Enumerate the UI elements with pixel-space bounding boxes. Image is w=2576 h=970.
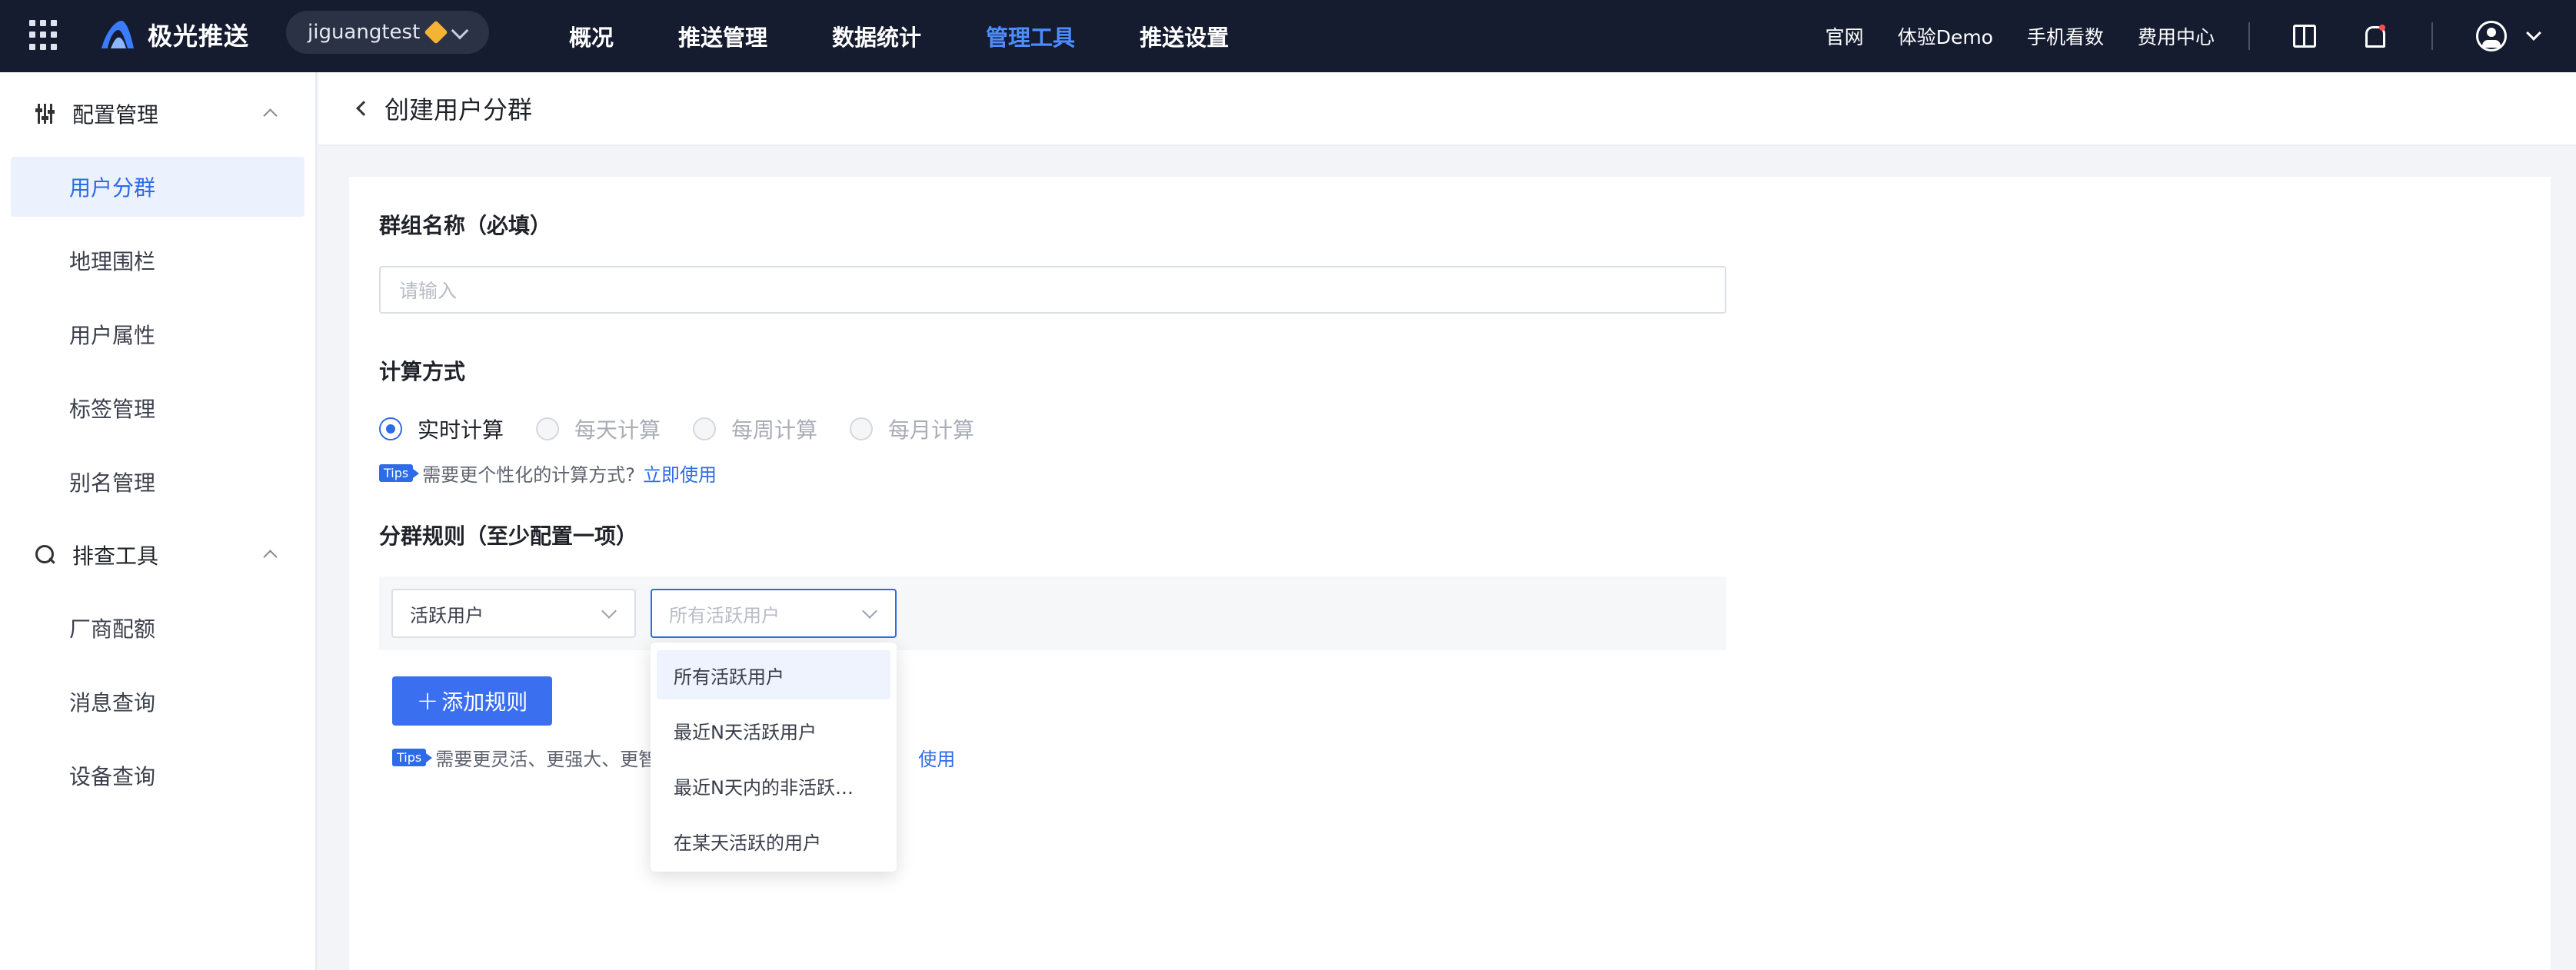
link-mobile-view[interactable]: 手机看数: [2027, 22, 2104, 50]
sidebar-item-vendor-quota[interactable]: 厂商配额: [11, 598, 305, 658]
chevron-down-icon[interactable]: [2526, 25, 2541, 41]
add-rule-button[interactable]: + 添加规则: [392, 676, 552, 726]
rule-row: 活跃用户 所有活跃用户: [379, 576, 1726, 650]
page-header: 创建用户分群: [318, 72, 2576, 146]
chevron-up-icon: [263, 108, 278, 123]
tip-link-use-now[interactable]: 立即使用: [643, 460, 717, 487]
tip-text: 需要更灵活、更强大、更智: [435, 749, 657, 770]
calc-tip: Tips 需要更个性化的计算方式? 立即使用: [379, 460, 717, 487]
select-value: 活跃用户: [410, 604, 484, 626]
docs-book-icon[interactable]: [2293, 25, 2316, 48]
calc-method-radio-group: 实时计算 每天计算 每周计算 每月计算: [379, 414, 1007, 444]
tips-badge: Tips: [392, 749, 433, 766]
chevron-down-icon: [601, 603, 617, 619]
input-placeholder: 请输入: [399, 280, 458, 302]
top-navbar: 极光推送 jiguangtest 概况 推送管理 数据统计 管理工具 推送设置 …: [0, 0, 2576, 72]
tips-badge: Tips: [379, 464, 420, 482]
nav-statistics[interactable]: 数据统计: [832, 20, 921, 52]
radio-dot: [536, 417, 560, 440]
radio-dot: [379, 417, 402, 440]
dropdown-option-recent-active[interactable]: 最近N天活跃用户: [657, 706, 890, 755]
sliders-icon: [35, 104, 55, 124]
sidebar-item-tags[interactable]: 标签管理: [11, 378, 305, 438]
group-name-label: 群组名称（必填）: [379, 213, 552, 238]
calc-method-label: 计算方式: [379, 359, 466, 384]
add-rule-label: 添加规则: [441, 689, 528, 715]
radio-label: 实时计算: [418, 417, 504, 443]
sidebar-item-geofence[interactable]: 地理围栏: [11, 231, 305, 291]
radio-dot: [693, 417, 717, 440]
select-placeholder: 所有活跃用户: [669, 604, 780, 626]
link-demo[interactable]: 体验Demo: [1898, 22, 1993, 50]
sidebar-item-message-query[interactable]: 消息查询: [11, 672, 305, 732]
account-switcher[interactable]: jiguangtest: [286, 11, 489, 54]
user-avatar-icon[interactable]: [2476, 21, 2507, 51]
zoom-icon: [35, 545, 55, 565]
sidebar-item-user-attributes[interactable]: 用户属性: [11, 304, 305, 364]
sidebar-item-user-segments[interactable]: 用户分群: [11, 157, 305, 217]
chevron-down-icon: [862, 603, 877, 619]
chevron-down-icon: [451, 22, 469, 40]
dropdown-option-all-active[interactable]: 所有活跃用户: [657, 650, 890, 699]
sidebar-group-config[interactable]: 配置管理: [0, 91, 317, 137]
divider: [2431, 22, 2433, 50]
nav-push-settings[interactable]: 推送设置: [1140, 20, 1229, 52]
radio-monthly[interactable]: 每月计算: [850, 414, 974, 444]
main-nav: 概况 推送管理 数据统计 管理工具 推送设置: [569, 0, 1293, 72]
right-nav: 官网 体验Demo 手机看数 费用中心: [1825, 0, 2576, 72]
radio-label: 每周计算: [731, 417, 818, 443]
sidebar-item-alias[interactable]: 别名管理: [11, 452, 305, 512]
tip-text: 需要更个性化的计算方式?: [422, 464, 635, 486]
app-grid-icon[interactable]: [29, 20, 60, 51]
radio-label: 每天计算: [574, 417, 661, 443]
nav-overview[interactable]: 概况: [569, 20, 614, 52]
account-name: jiguangtest: [308, 21, 421, 44]
divider: [2248, 22, 2250, 50]
chevron-up-icon: [263, 550, 278, 564]
sidebar-group-label: 排查工具: [72, 543, 159, 569]
nav-push-management[interactable]: 推送管理: [678, 20, 767, 52]
rules-label: 分群规则（至少配置一项）: [379, 523, 638, 549]
nav-management-tools[interactable]: 管理工具: [986, 20, 1075, 52]
radio-dot: [850, 417, 874, 440]
plus-icon: +: [416, 686, 439, 716]
sidebar: 配置管理 用户分群 地理围栏 用户属性 标签管理 别名管理 排查工具 厂商配额 …: [0, 72, 317, 970]
page-title: 创建用户分群: [384, 95, 533, 125]
sidebar-group-label: 配置管理: [72, 102, 159, 128]
radio-label: 每月计算: [888, 417, 975, 443]
dropdown-option-recent-inactive[interactable]: 最近N天内的非活跃…: [657, 761, 890, 810]
notification-bell-icon[interactable]: [2362, 25, 2385, 48]
rule-value-dropdown: 所有活跃用户 最近N天活跃用户 最近N天内的非活跃… 在某天活跃的用户: [651, 643, 897, 872]
sidebar-group-troubleshoot[interactable]: 排查工具: [0, 532, 317, 578]
vip-gem-icon: [424, 20, 448, 45]
link-official-site[interactable]: 官网: [1825, 22, 1864, 50]
logo[interactable]: 极光推送: [98, 15, 249, 54]
back-arrow-icon[interactable]: [356, 101, 371, 116]
rule-type-select[interactable]: 活跃用户: [391, 589, 636, 638]
sidebar-item-device-query[interactable]: 设备查询: [11, 746, 305, 806]
radio-realtime[interactable]: 实时计算: [379, 414, 504, 444]
rule-value-select[interactable]: 所有活跃用户: [651, 589, 897, 638]
radio-weekly[interactable]: 每周计算: [693, 414, 817, 444]
radio-daily[interactable]: 每天计算: [536, 414, 661, 444]
dropdown-option-active-on-day[interactable]: 在某天活跃的用户: [657, 816, 890, 865]
logo-icon: [102, 21, 134, 48]
tip-link-use[interactable]: 使用: [918, 744, 955, 771]
group-name-input[interactable]: 请输入: [379, 266, 1726, 314]
logo-text: 极光推送: [148, 22, 250, 51]
link-billing[interactable]: 费用中心: [2138, 22, 2215, 50]
